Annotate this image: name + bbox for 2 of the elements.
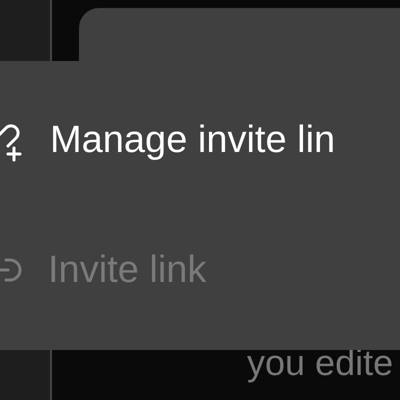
menu-item[interactable]: Manage invite lin — [0, 75, 400, 205]
message-text: you edite — [247, 342, 394, 384]
